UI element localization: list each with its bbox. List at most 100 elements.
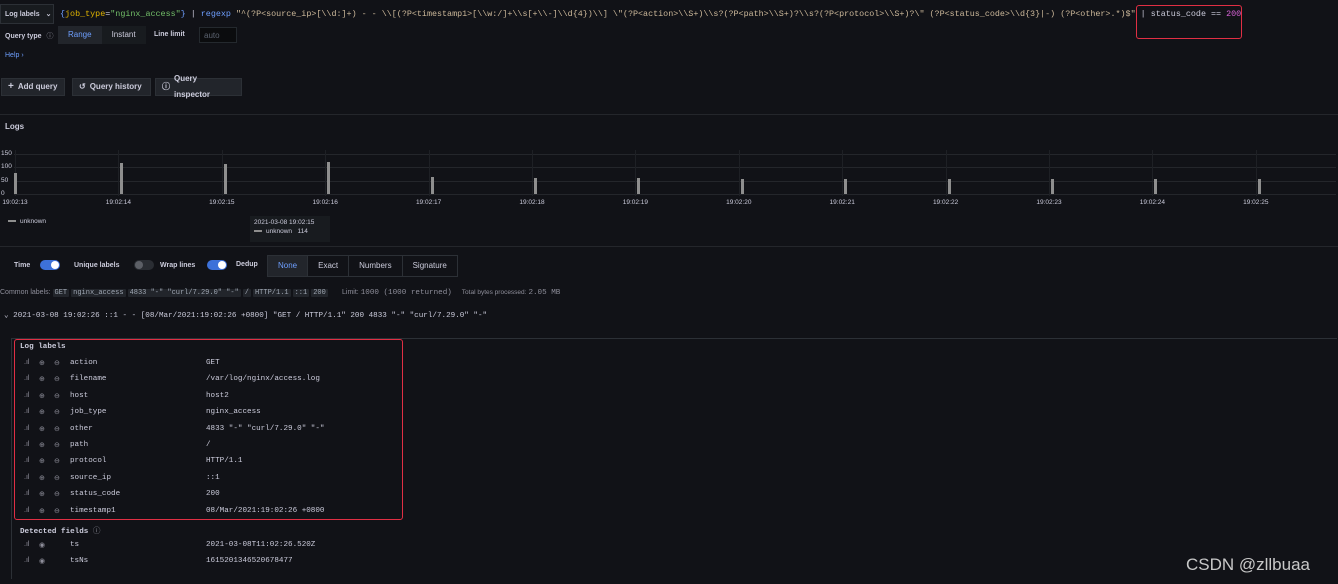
- query-type-label: Query type ⓘ: [5, 31, 54, 41]
- grid-line: [14, 154, 1336, 155]
- tooltip-value: 114: [297, 228, 308, 235]
- info-icon: ⓘ: [92, 528, 101, 536]
- divider: [0, 114, 1338, 115]
- y-tick-label: 150: [1, 150, 12, 157]
- add-query-button[interactable]: + Add query: [1, 78, 65, 96]
- label-key: tsNs: [70, 557, 89, 565]
- grid-line: [14, 167, 1336, 169]
- stats-icon[interactable]: .ıl: [24, 557, 29, 564]
- chart-bar[interactable]: [120, 162, 124, 194]
- legend-label: unknown: [20, 218, 47, 225]
- query-token-parser: regexp: [200, 9, 231, 19]
- log-row[interactable]: ⌄ 2021-03-08 19:02:26 ::1 - - [08/Mar/20…: [4, 310, 487, 320]
- common-label-chip: 200: [311, 289, 328, 297]
- bytes-processed-label: Total bytes processed:: [461, 289, 527, 296]
- filter-highlight-box: [1136, 5, 1242, 39]
- bytes-processed-value: 2.05 MB: [528, 289, 561, 297]
- watermark: CSDN @zllbuaa: [1185, 555, 1310, 574]
- chart-bar[interactable]: [740, 178, 744, 194]
- wrap-lines-toggle-label: Wrap lines: [160, 261, 196, 269]
- grid-line: [221, 150, 223, 196]
- chart-bar[interactable]: [430, 177, 434, 194]
- grid-line: [738, 150, 740, 196]
- grid-line: [532, 150, 533, 196]
- chart-bar[interactable]: [637, 178, 641, 194]
- grid-line: [635, 150, 637, 196]
- query-editor[interactable]: {job_type="nginx_access"} | regexp "^(?P…: [60, 5, 1241, 23]
- x-tick-label: 19:02:23: [1036, 199, 1062, 206]
- eye-icon[interactable]: ◉: [39, 541, 45, 549]
- grid-line: [842, 150, 844, 196]
- dedup-label: Dedup: [236, 261, 258, 268]
- y-tick-label: 0: [1, 190, 5, 197]
- chart-bar[interactable]: [534, 178, 537, 194]
- label-value: 2021-03-08T11:02:26.520Z: [206, 541, 316, 549]
- chart-bar[interactable]: [1257, 178, 1261, 194]
- detected-fields-title: Detected fields ⓘ: [20, 525, 101, 536]
- log-row-line: ::1 - - [08/Mar/2021:19:02:26 +0800] "GE…: [104, 312, 488, 320]
- grid-line: [14, 194, 1336, 195]
- chart-bar[interactable]: [223, 163, 227, 194]
- wrap-lines-toggle[interactable]: [207, 260, 228, 270]
- common-labels-label: Common labels:: [0, 289, 51, 296]
- grid-line: [428, 150, 430, 196]
- add-query-label: Add query: [17, 82, 58, 91]
- chart-bar[interactable]: [14, 172, 17, 194]
- chevron-down-icon[interactable]: ⌄: [4, 312, 9, 320]
- grid-line: [1255, 150, 1257, 196]
- query-type-label-text: Query type: [5, 33, 42, 40]
- chart-bar[interactable]: [1051, 178, 1054, 194]
- x-tick-label: 19:02:22: [932, 199, 959, 206]
- query-type-radio-group: Range Instant: [58, 26, 146, 44]
- x-tick-label: 19:02:18: [519, 199, 545, 206]
- unique-labels-toggle-group: Unique labels: [74, 260, 154, 270]
- unique-labels-toggle[interactable]: [133, 260, 154, 270]
- common-label-chip: ::1: [292, 289, 310, 297]
- query-token-regex: "^(?P<source_ip>[\\d:]+) - - \\[(?P<time…: [235, 9, 1136, 19]
- label-value: 1615201346520678477: [206, 557, 293, 565]
- info-icon: ⓘ: [162, 82, 170, 91]
- eye-icon[interactable]: ◉: [39, 557, 45, 565]
- common-label-chip: GET: [52, 289, 70, 297]
- line-limit-label: Line limit: [154, 31, 185, 38]
- dedup-none[interactable]: None: [268, 256, 309, 276]
- common-label-chip: HTTP/1.1: [252, 289, 291, 297]
- unique-labels-toggle-label: Unique labels: [74, 261, 120, 269]
- query-type-instant[interactable]: Instant: [102, 26, 146, 44]
- dedup-exact[interactable]: Exact: [308, 256, 350, 276]
- query-inspector-button[interactable]: ⓘ Query inspector: [155, 74, 242, 99]
- limit-label: Limit:: [342, 289, 359, 296]
- query-inspector-label: Query inspector: [174, 74, 211, 99]
- stats-icon[interactable]: .ıl: [24, 541, 29, 548]
- chart-bar[interactable]: [844, 178, 848, 194]
- x-tick-label: 19:02:15: [209, 199, 235, 206]
- chart-bar[interactable]: [1154, 178, 1158, 194]
- time-toggle[interactable]: [40, 260, 61, 270]
- query-token-label-value: "nginx_access": [110, 9, 181, 19]
- x-tick-label: 19:02:24: [1139, 199, 1166, 206]
- dedup-signature[interactable]: Signature: [403, 256, 457, 276]
- tooltip-series: unknown: [266, 228, 293, 235]
- query-history-button[interactable]: ↺ Query history: [72, 78, 151, 96]
- common-label-chip: nginx_access: [71, 289, 126, 297]
- detected-fields-title-text: Detected fields: [20, 528, 89, 536]
- help-link[interactable]: Help ›: [5, 52, 24, 59]
- grid-line: [325, 150, 327, 196]
- log-labels-button[interactable]: Log labels ⌄: [0, 4, 54, 24]
- common-label-chip: /: [242, 289, 251, 297]
- chart-bar[interactable]: [947, 178, 951, 194]
- meta-info: Common labels: GET nginx_access 4833 "-" "…: [0, 289, 560, 297]
- label-row: .ıl ◉ ts 2021-03-08T11:02:26.520Z: [0, 541, 600, 557]
- dedup-radio-group: None Exact Numbers Signature: [267, 255, 458, 277]
- chart-legend[interactable]: unknown: [8, 218, 46, 225]
- query-history-label: Query history: [89, 82, 142, 91]
- y-tick-label: 50: [1, 176, 9, 184]
- grid-line: [1049, 150, 1050, 196]
- query-type-range[interactable]: Range: [58, 26, 102, 44]
- legend-swatch: [8, 220, 16, 223]
- divider: [0, 246, 1338, 247]
- chart-bar[interactable]: [327, 162, 331, 194]
- x-tick-label: 19:02:21: [829, 199, 855, 206]
- line-limit-input[interactable]: auto: [199, 27, 237, 43]
- dedup-numbers[interactable]: Numbers: [349, 256, 403, 276]
